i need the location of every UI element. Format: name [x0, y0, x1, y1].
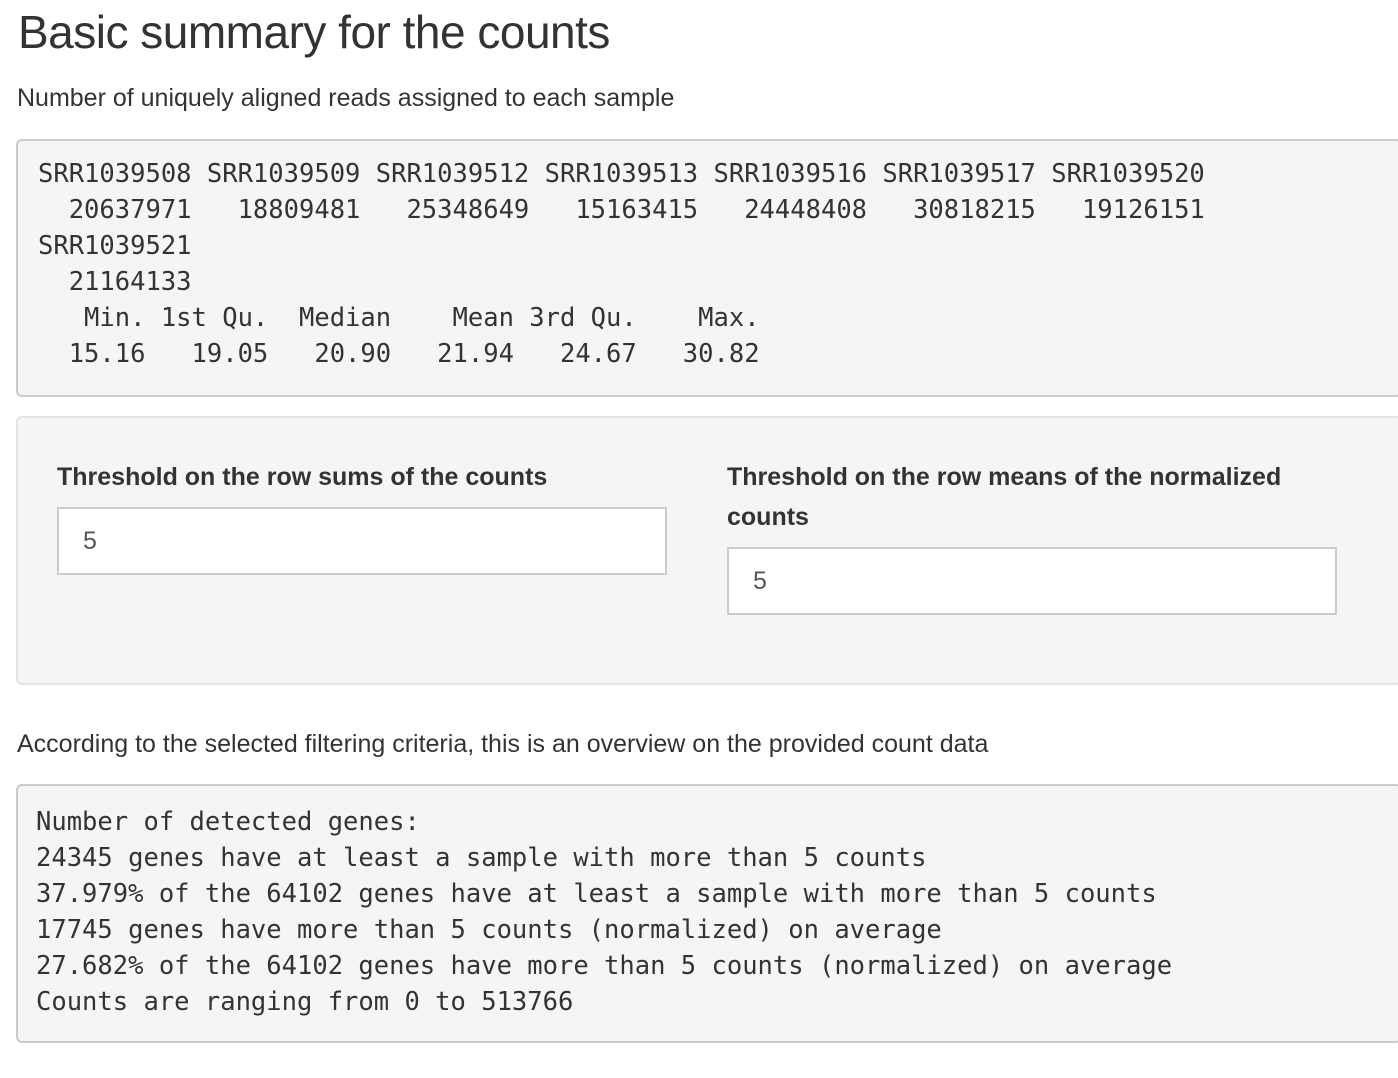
- overview-line: 37.979% of the 64102 genes have at least…: [36, 879, 1157, 909]
- reads-caption: Number of uniquely aligned reads assigne…: [17, 84, 675, 112]
- page-title: Basic summary for the counts: [18, 6, 610, 58]
- overview-line: 17745 genes have more than 5 counts (nor…: [36, 915, 942, 945]
- reads-line: SRR1039508 SRR1039509 SRR1039512 SRR1039…: [38, 159, 1205, 189]
- overview-line: Number of detected genes:: [36, 807, 420, 837]
- rowmeans-threshold-group: Threshold on the row means of the normal…: [727, 457, 1337, 615]
- overview-text: Number of detected genes: 24345 genes ha…: [18, 786, 1398, 1020]
- rowmeans-threshold-input[interactable]: [727, 547, 1337, 615]
- reads-line: Min. 1st Qu. Median Mean 3rd Qu. Max.: [38, 303, 760, 333]
- reads-line: 20637971 18809481 25348649 15163415 2444…: [38, 195, 1205, 225]
- rowsums-threshold-input[interactable]: [57, 507, 667, 575]
- overview-output: Number of detected genes: 24345 genes ha…: [16, 784, 1398, 1043]
- overview-line: 24345 genes have at least a sample with …: [36, 843, 927, 873]
- reads-line: SRR1039521: [38, 231, 192, 261]
- reads-summary-output: SRR1039508 SRR1039509 SRR1039512 SRR1039…: [16, 139, 1398, 397]
- overview-caption: According to the selected filtering crit…: [17, 730, 989, 758]
- rowmeans-threshold-label: Threshold on the row means of the normal…: [727, 463, 1282, 531]
- rowsums-threshold-group: Threshold on the row sums of the counts: [57, 457, 667, 575]
- reads-line: 21164133: [38, 267, 192, 297]
- reads-line: 15.16 19.05 20.90 21.94 24.67 30.82: [38, 339, 760, 369]
- overview-line: Counts are ranging from 0 to 513766: [36, 987, 574, 1017]
- rowsums-threshold-label: Threshold on the row sums of the counts: [57, 463, 548, 491]
- overview-line: 27.682% of the 64102 genes have more tha…: [36, 951, 1173, 981]
- reads-summary-text: SRR1039508 SRR1039509 SRR1039512 SRR1039…: [18, 141, 1398, 372]
